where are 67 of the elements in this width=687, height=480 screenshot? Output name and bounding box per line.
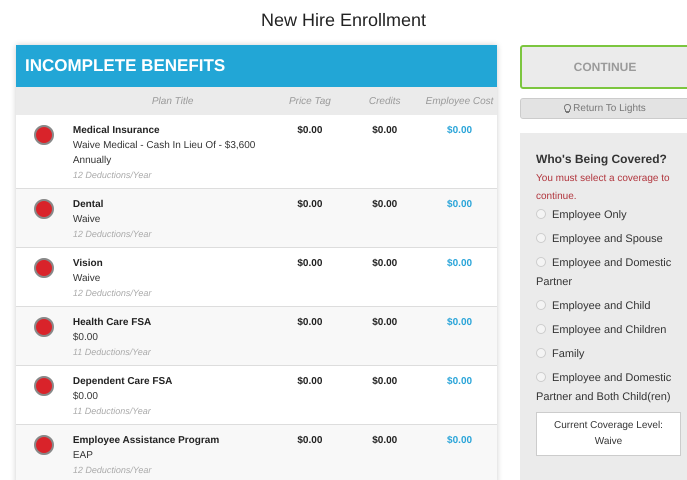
credits-value: $0.00 bbox=[372, 257, 398, 271]
panel-title: INCOMPLETE BENEFITS bbox=[25, 55, 226, 78]
plan-name: Vision bbox=[72, 257, 104, 271]
column-header: Credits bbox=[368, 94, 402, 108]
deductions-text: 11 Deductions/Year bbox=[72, 405, 152, 418]
price-tag: $0.00 bbox=[297, 124, 322, 138]
coverage-title: Who's Being Covered? bbox=[536, 151, 668, 168]
benefit-row[interactable]: Dental Waive 12 Deductions/Year $0.00 $0.00 $0.00 bbox=[16, 189, 497, 248]
radio-button[interactable] bbox=[536, 324, 546, 334]
radio-button[interactable] bbox=[536, 372, 546, 382]
plan-name: Dependent Care FSA bbox=[72, 375, 174, 389]
credits-value: $0.00 bbox=[372, 316, 398, 330]
credits-value: $0.00 bbox=[372, 124, 398, 138]
lightbulb-icon bbox=[564, 104, 572, 114]
coverage-option[interactable]: Employee and Child bbox=[536, 297, 674, 316]
employee-cost: $0.00 bbox=[447, 198, 472, 212]
deductions-text: 12 Deductions/Year bbox=[72, 464, 153, 477]
plan-name: Dental bbox=[72, 198, 104, 212]
plan-option: $0.00 bbox=[72, 389, 272, 404]
coverage-option[interactable]: Employee Only bbox=[536, 206, 674, 225]
price-tag: $0.00 bbox=[297, 375, 322, 389]
benefit-row[interactable]: Dependent Care FSA $0.00 11 Deductions/Year $0.00 $0.00 $0.00 bbox=[16, 366, 497, 425]
deductions-text: 12 Deductions/Year bbox=[72, 169, 153, 182]
benefit-row[interactable]: Health Care FSA $0.00 11 Deductions/Year $0.00 $0.00 $0.00 bbox=[16, 307, 497, 366]
price-tag: $0.00 bbox=[297, 257, 322, 271]
plan-name: Employee Assistance Program bbox=[72, 434, 220, 448]
radio-button[interactable] bbox=[536, 233, 546, 243]
deductions-text: 12 Deductions/Year bbox=[72, 228, 153, 241]
credits-value: $0.00 bbox=[372, 375, 398, 389]
plan-name: Medical Insurance bbox=[72, 124, 161, 138]
plan-option: Waive bbox=[72, 271, 272, 286]
radio-button[interactable] bbox=[536, 348, 546, 358]
plan-name: Health Care FSA bbox=[72, 316, 152, 330]
price-tag: $0.00 bbox=[297, 198, 322, 212]
page-title: New Hire Enrollment bbox=[260, 8, 426, 32]
employee-cost: $0.00 bbox=[447, 316, 472, 330]
credits-value: $0.00 bbox=[372, 198, 398, 212]
radio-button[interactable] bbox=[536, 209, 546, 219]
column-header: Employee Cost bbox=[424, 94, 495, 108]
benefit-row[interactable]: Employee Assistance Program EAP 12 Deductions/Year $0.00 $0.00 $0.00 bbox=[16, 425, 497, 480]
employee-cost: $0.00 bbox=[447, 124, 472, 138]
radio-button[interactable] bbox=[536, 300, 546, 310]
benefit-row[interactable]: Vision Waive 12 Deductions/Year $0.00 $0.00 $0.00 bbox=[16, 248, 497, 307]
coverage-option[interactable]: Family bbox=[536, 345, 674, 364]
employee-cost: $0.00 bbox=[447, 434, 472, 448]
plan-option: Waive Medical - Cash In Lieu Of - $3,600 Annually bbox=[72, 138, 272, 168]
deductions-text: 11 Deductions/Year bbox=[72, 346, 152, 359]
plan-option: $0.00 bbox=[72, 330, 272, 345]
coverage-error: You must select a coverage to continue. bbox=[536, 172, 671, 204]
credits-value: $0.00 bbox=[372, 434, 398, 448]
coverage-option[interactable]: Employee and Spouse bbox=[536, 230, 674, 249]
current-coverage-value: Waive bbox=[594, 435, 622, 449]
coverage-option[interactable]: Employee and Children bbox=[536, 321, 674, 340]
employee-cost: $0.00 bbox=[447, 375, 472, 389]
radio-button[interactable] bbox=[536, 257, 546, 267]
current-coverage-label: Current Coverage Level: bbox=[554, 419, 663, 433]
coverage-option[interactable]: Employee and Domestic Partner bbox=[536, 254, 674, 292]
price-tag: $0.00 bbox=[297, 434, 322, 448]
column-header: Plan Title bbox=[150, 94, 194, 108]
price-tag: $0.00 bbox=[297, 316, 322, 330]
plan-option: EAP bbox=[72, 448, 272, 463]
deductions-text: 12 Deductions/Year bbox=[72, 287, 153, 300]
plan-option: Waive bbox=[72, 212, 272, 227]
column-header: Price Tag bbox=[288, 94, 332, 108]
employee-cost: $0.00 bbox=[447, 257, 472, 271]
coverage-option[interactable]: Employee and Domestic Partner and Both Child(ren) bbox=[536, 369, 674, 407]
benefit-row[interactable]: Medical Insurance Waive Medical - Cash In Lieu Of - $3,600 Annually 12 Deductions/Year $0.00 $0.00 $0.00 bbox=[16, 115, 497, 189]
